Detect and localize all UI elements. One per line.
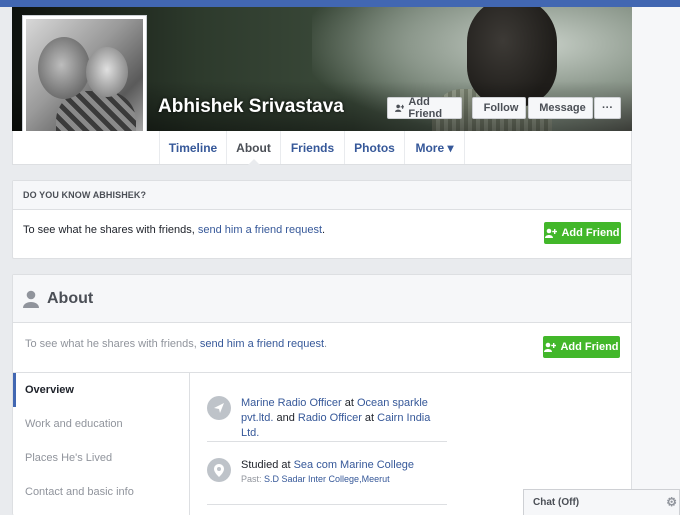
profile-name[interactable]: Abhishek Srivastava xyxy=(158,96,344,118)
gear-icon[interactable]: ⚙ xyxy=(666,495,677,509)
message-button[interactable]: Message xyxy=(528,97,593,119)
briefcase-icon xyxy=(207,396,231,420)
chat-bar[interactable]: Chat (Off) ⚙ xyxy=(523,489,680,515)
about-friend-request-message: To see what he shares with friends, send… xyxy=(25,338,328,350)
send-friend-request-link[interactable]: send him a friend request xyxy=(198,224,322,236)
about-side-nav: Overview Work and education Places He's … xyxy=(13,373,190,515)
profile-nav: Timeline About Friends Photos More ▾ xyxy=(12,131,632,165)
side-nav-work-education[interactable]: Work and education xyxy=(13,407,189,441)
past-school-link[interactable]: S.D Sadar Inter College,Meerut xyxy=(264,474,390,484)
tab-about[interactable]: About xyxy=(226,131,280,165)
more-options-button[interactable]: ··· xyxy=(594,97,621,119)
add-friend-icon xyxy=(544,342,557,352)
work-info: Marine Radio Officer at Ocean sparkle pv… xyxy=(207,396,447,441)
side-nav-places-lived[interactable]: Places He's Lived xyxy=(13,441,189,475)
friend-request-message: To see what he shares with friends, send… xyxy=(23,224,326,236)
do-you-know-heading: DO YOU KNOW ABHISHEK? xyxy=(13,181,631,210)
side-nav-overview[interactable]: Overview xyxy=(13,373,189,407)
about-header: About xyxy=(13,275,631,323)
tab-more[interactable]: More ▾ xyxy=(404,131,464,164)
work-title-link[interactable]: Marine Radio Officer xyxy=(241,397,342,409)
send-friend-request-link[interactable]: send him a friend request xyxy=(200,338,324,350)
side-nav-contact-info[interactable]: Contact and basic info xyxy=(13,475,189,509)
right-sidebar xyxy=(631,7,680,515)
ellipsis-icon: ··· xyxy=(602,102,613,114)
education-info: Studied at Sea com Marine College Past: … xyxy=(207,458,447,485)
about-card: About To see what he shares with friends… xyxy=(12,274,632,515)
add-friend-button[interactable]: Add Friend xyxy=(387,96,462,120)
add-friend-icon xyxy=(545,228,558,238)
work-title2-link[interactable]: Radio Officer xyxy=(298,412,362,424)
person-icon xyxy=(23,290,39,308)
add-friend-label: Add Friend xyxy=(408,96,443,120)
follow-label: Follow xyxy=(483,102,519,114)
tab-photos[interactable]: Photos xyxy=(344,131,404,164)
message-label: Message xyxy=(539,102,586,114)
tab-timeline[interactable]: Timeline xyxy=(159,131,226,164)
do-you-know-card: DO YOU KNOW ABHISHEK? To see what he sha… xyxy=(12,180,632,259)
tab-friends[interactable]: Friends xyxy=(280,131,344,164)
add-friend-icon xyxy=(395,104,405,112)
add-friend-green-button[interactable]: Add Friend xyxy=(543,336,620,358)
about-title: About xyxy=(47,289,94,307)
location-pin-icon xyxy=(207,458,231,482)
chat-label: Chat (Off) xyxy=(533,497,580,508)
add-friend-green-button[interactable]: Add Friend xyxy=(544,222,621,244)
top-bar xyxy=(0,0,680,7)
follow-button[interactable]: Follow xyxy=(472,97,526,119)
college-link[interactable]: Sea com Marine College xyxy=(294,459,414,471)
